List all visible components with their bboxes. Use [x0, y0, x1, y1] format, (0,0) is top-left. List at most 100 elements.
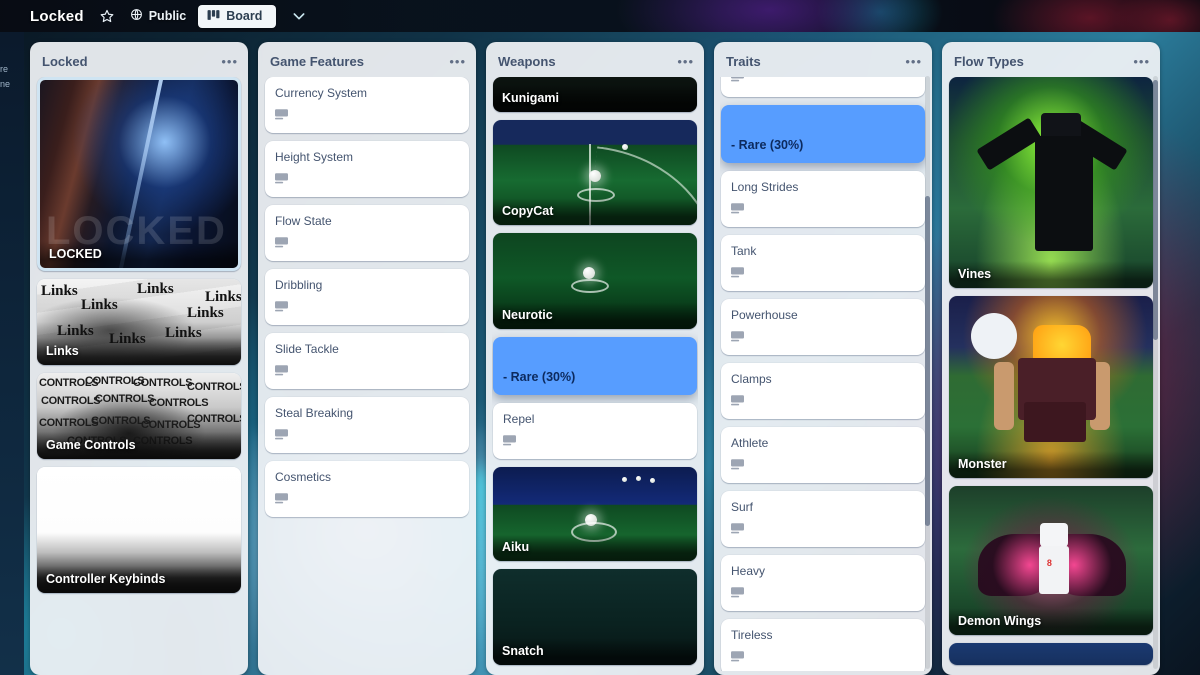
card[interactable]: Powerhouse: [721, 299, 925, 355]
card-title: Clamps: [731, 372, 772, 386]
list-scrollbar[interactable]: [925, 76, 930, 669]
card[interactable]: Cosmetics: [265, 461, 469, 517]
list-game-features[interactable]: Game Features ••• Currency System Height …: [258, 42, 476, 675]
card-with-cover[interactable]: 8 Demon Wings: [949, 485, 1153, 636]
card-list[interactable]: Vines Monster 8 Demon Wings: [948, 77, 1154, 671]
card-title: LOCKED: [40, 241, 238, 268]
card-badges: [275, 109, 459, 120]
description-icon: [503, 435, 516, 446]
description-icon: [275, 109, 288, 120]
card-with-cover[interactable]: Monster: [949, 296, 1153, 478]
card-with-cover[interactable]: Snatch: [493, 569, 697, 666]
list-title[interactable]: Weapons: [498, 54, 556, 69]
card[interactable]: Tank: [721, 235, 925, 291]
card-title: Game Controls: [37, 432, 241, 459]
card-with-cover[interactable]: LOCKED: [37, 77, 241, 271]
card-with-cover[interactable]: [949, 643, 1153, 665]
card[interactable]: Heavy: [721, 555, 925, 611]
card-with-cover[interactable]: Links Links Links Links Links Links Links Links…: [37, 279, 241, 365]
card-title: Surf: [731, 500, 754, 514]
card-with-cover[interactable]: Neurotic: [493, 233, 697, 330]
card-badges: [731, 395, 915, 406]
list-actions-icon[interactable]: •••: [221, 55, 238, 68]
board-header: Locked Public Board: [0, 0, 1200, 32]
list-actions-icon[interactable]: •••: [1133, 55, 1150, 68]
card[interactable]: Athlete: [721, 427, 925, 483]
card-with-cover[interactable]: Aiku: [493, 467, 697, 562]
card-with-cover[interactable]: CopyCat: [493, 119, 697, 226]
star-icon[interactable]: [96, 5, 118, 27]
card-list[interactable]: - Rare (30%) Long Strides Tank Powerhouse…: [720, 77, 926, 671]
card-selected[interactable]: - Rare (30%): [493, 337, 697, 396]
board-grid-icon: [207, 9, 220, 24]
description-icon: [275, 173, 288, 184]
list-flow-types[interactable]: Flow Types ••• Vines Monster 8 Demon Wings: [942, 42, 1160, 675]
card-with-cover[interactable]: Kunigami: [493, 77, 697, 112]
board-view-button[interactable]: Board: [198, 4, 277, 28]
card[interactable]: Height System: [265, 141, 469, 197]
list-title[interactable]: Game Features: [270, 54, 364, 69]
card-title: Links: [37, 338, 241, 365]
description-icon: [731, 203, 744, 214]
list-title[interactable]: Traits: [726, 54, 761, 69]
description-icon: [275, 301, 288, 312]
card-selected[interactable]: - Rare (30%): [721, 105, 925, 163]
scrollbar-thumb[interactable]: [925, 196, 930, 526]
card[interactable]: Currency System: [265, 77, 469, 133]
globe-icon: [130, 8, 143, 24]
description-icon: [731, 587, 744, 598]
card[interactable]: Surf: [721, 491, 925, 547]
chevron-down-icon[interactable]: [288, 5, 310, 27]
list-weapons[interactable]: Weapons ••• Kunigami CopyCat Neurotic - Rar…: [486, 42, 704, 675]
list-actions-icon[interactable]: •••: [905, 55, 922, 68]
board-visibility[interactable]: Public: [130, 8, 186, 24]
list-title[interactable]: Flow Types: [954, 54, 1024, 69]
list-title[interactable]: Locked: [42, 54, 88, 69]
card-with-cover[interactable]: Controller Keybinds: [37, 467, 241, 593]
card[interactable]: Dribbling: [265, 269, 469, 325]
card-cover-image: [40, 80, 238, 268]
card-title: Controller Keybinds: [37, 566, 241, 593]
card-badges: [275, 237, 459, 248]
card-list[interactable]: Currency System Height System Flow State…: [264, 77, 470, 523]
card[interactable]: Flow State: [265, 205, 469, 261]
card[interactable]: Steal Breaking: [265, 397, 469, 453]
card-title: Repel: [503, 412, 535, 427]
card-title: Dribbling: [275, 278, 323, 292]
card-title: Steal Breaking: [275, 406, 354, 420]
description-icon: [275, 237, 288, 248]
list-actions-icon[interactable]: •••: [677, 55, 694, 68]
description-icon: [731, 77, 744, 82]
card[interactable]: [721, 77, 925, 97]
card-title: Snatch: [493, 638, 697, 666]
list-traits[interactable]: Traits ••• - Rare (30%) Long Strides Tank…: [714, 42, 932, 675]
list-actions-icon[interactable]: •••: [449, 55, 466, 68]
list-header: Traits •••: [720, 48, 926, 77]
card-badges: [275, 365, 459, 376]
card-badges: [731, 587, 915, 598]
card-with-cover[interactable]: CONTROLS CONTROLS CONTROLS CONTROLS CONTROLS…: [37, 373, 241, 459]
card[interactable]: Repel: [493, 403, 697, 460]
list-scrollbar[interactable]: [1153, 76, 1158, 669]
card[interactable]: Slide Tackle: [265, 333, 469, 389]
description-icon: [731, 459, 744, 470]
card-badges: [503, 435, 687, 446]
card-with-cover[interactable]: Vines: [949, 77, 1153, 289]
card-list[interactable]: Kunigami CopyCat Neurotic - Rare (30%) Repe…: [492, 77, 698, 671]
card[interactable]: Long Strides: [721, 171, 925, 227]
card-title: Monster: [949, 450, 1153, 478]
card[interactable]: Clamps: [721, 363, 925, 419]
card-title: Height System: [275, 150, 354, 164]
card-title: Slide Tackle: [275, 342, 339, 356]
clipped-sidebar-line-2: ne: [0, 79, 11, 89]
description-icon: [275, 365, 288, 376]
card-list[interactable]: LOCKED LinksLinksLinksLinksLinksLinksLink…: [36, 77, 242, 599]
description-icon: [275, 493, 288, 504]
card[interactable]: Tireless: [721, 619, 925, 671]
card-title: Powerhouse: [731, 308, 798, 322]
scrollbar-thumb[interactable]: [1153, 80, 1158, 340]
card-title: Tank: [731, 244, 757, 258]
list-locked[interactable]: Locked ••• LOCKED LinksLinksLinksLinksLink…: [30, 42, 248, 675]
card-badges: [731, 459, 915, 470]
board-canvas[interactable]: Locked ••• LOCKED LinksLinksLinksLinksLink…: [0, 32, 1200, 675]
